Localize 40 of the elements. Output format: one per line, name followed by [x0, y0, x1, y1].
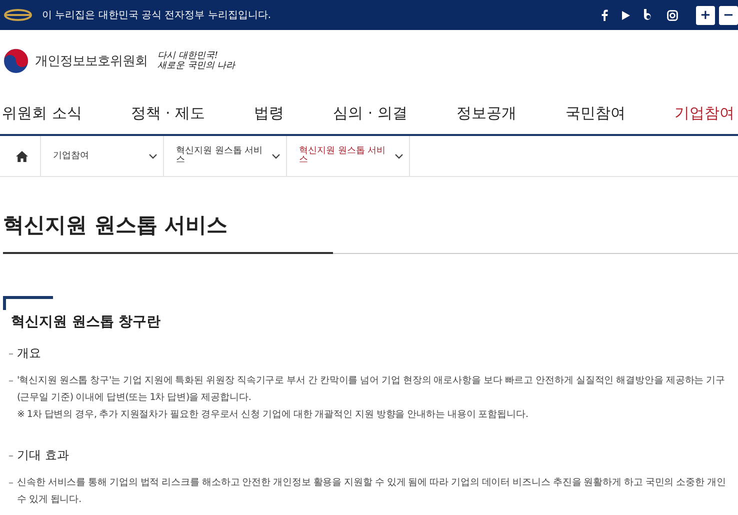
body-text-line: ※ 1차 답변의 경우, 추가 지원절차가 필요한 경우로서 신청 기업에 대한 개괄적인 지원 방향을 안내하는 내용이 포함됩니다. [17, 408, 529, 422]
facebook-icon[interactable] [601, 9, 608, 21]
emblem-icon [4, 9, 32, 21]
play-icon[interactable] [622, 10, 630, 20]
dash-icon [9, 352, 13, 354]
nav-tab[interactable]: 위원회 소식 [2, 92, 82, 134]
breadcrumb-dropdown[interactable]: 혁신지원 원스톱 서비스 [164, 136, 287, 176]
home-icon[interactable] [16, 150, 28, 162]
body-text-line: (근무일 기준) 이내에 답변(또는 1차 답변)을 제공합니다. [17, 391, 252, 405]
nav-tab[interactable]: 정책 · 제도 [130, 92, 206, 134]
nav-tab[interactable]: 심의 · 의결 [333, 92, 408, 134]
dash-icon [9, 454, 13, 456]
zoom-button[interactable]: − [719, 6, 738, 24]
body-text-line: 신속한 서비스를 통해 기업의 법적 리스크를 해소하고 안전한 개인정보 활용을 지원할 수 있게 됨에 따라 기업의 데이터 비즈니스 추진을 원활하게 하고 국민의 소중한 개인 [17, 476, 726, 490]
section-corner-mark [3, 296, 53, 310]
section-title: 혁신지원 원스톱 창구란 [11, 313, 161, 331]
official-site-notice: 이 누리집은 대한민국 공식 전자정부 누리집입니다. [42, 9, 272, 22]
taegeuk-logo-icon [3, 48, 29, 74]
slogan-text: 다시 대한민국! [158, 51, 219, 61]
chevron-down-icon [395, 154, 403, 158]
dash-icon [9, 482, 13, 484]
subheading: 기대 효과 [17, 447, 69, 464]
nav-tab[interactable]: 법령 [254, 92, 284, 134]
subheading: 개요 [17, 345, 41, 362]
slogan-text: 새로운 국민의 나라 [158, 61, 236, 71]
chevron-down-icon [272, 154, 280, 158]
body-text-line: 수 있게 됩니다. [17, 493, 82, 507]
instagram-icon[interactable] [667, 10, 678, 20]
blog-icon[interactable] [644, 9, 653, 21]
dash-icon [9, 380, 13, 382]
nav-tab[interactable]: 국민참여 [565, 92, 626, 134]
zoom-button[interactable]: + [696, 6, 715, 24]
nav-tab[interactable]: 정보공개 [456, 92, 516, 134]
nav-tab[interactable]: 기업참여 [674, 92, 734, 134]
body-text-line: '혁신지원 원스톱 창구'는 기업 지원에 특화된 위원장 직속기구로 부서 간 칸막이를 넘어 기업 현장의 애로사항을 보다 빠르고 안전하게 실질적인 해결방안을 제공하는 기구 [17, 374, 726, 388]
breadcrumb-dropdown[interactable]: 기업참여 [41, 136, 164, 176]
breadcrumb-dropdown[interactable]: 혁신지원 원스톱 서비스 [287, 136, 410, 176]
page-title: 혁신지원 원스톱 서비스 [3, 211, 738, 254]
organization-name: 개인정보보호위원회 [35, 53, 148, 70]
chevron-down-icon [149, 154, 157, 158]
